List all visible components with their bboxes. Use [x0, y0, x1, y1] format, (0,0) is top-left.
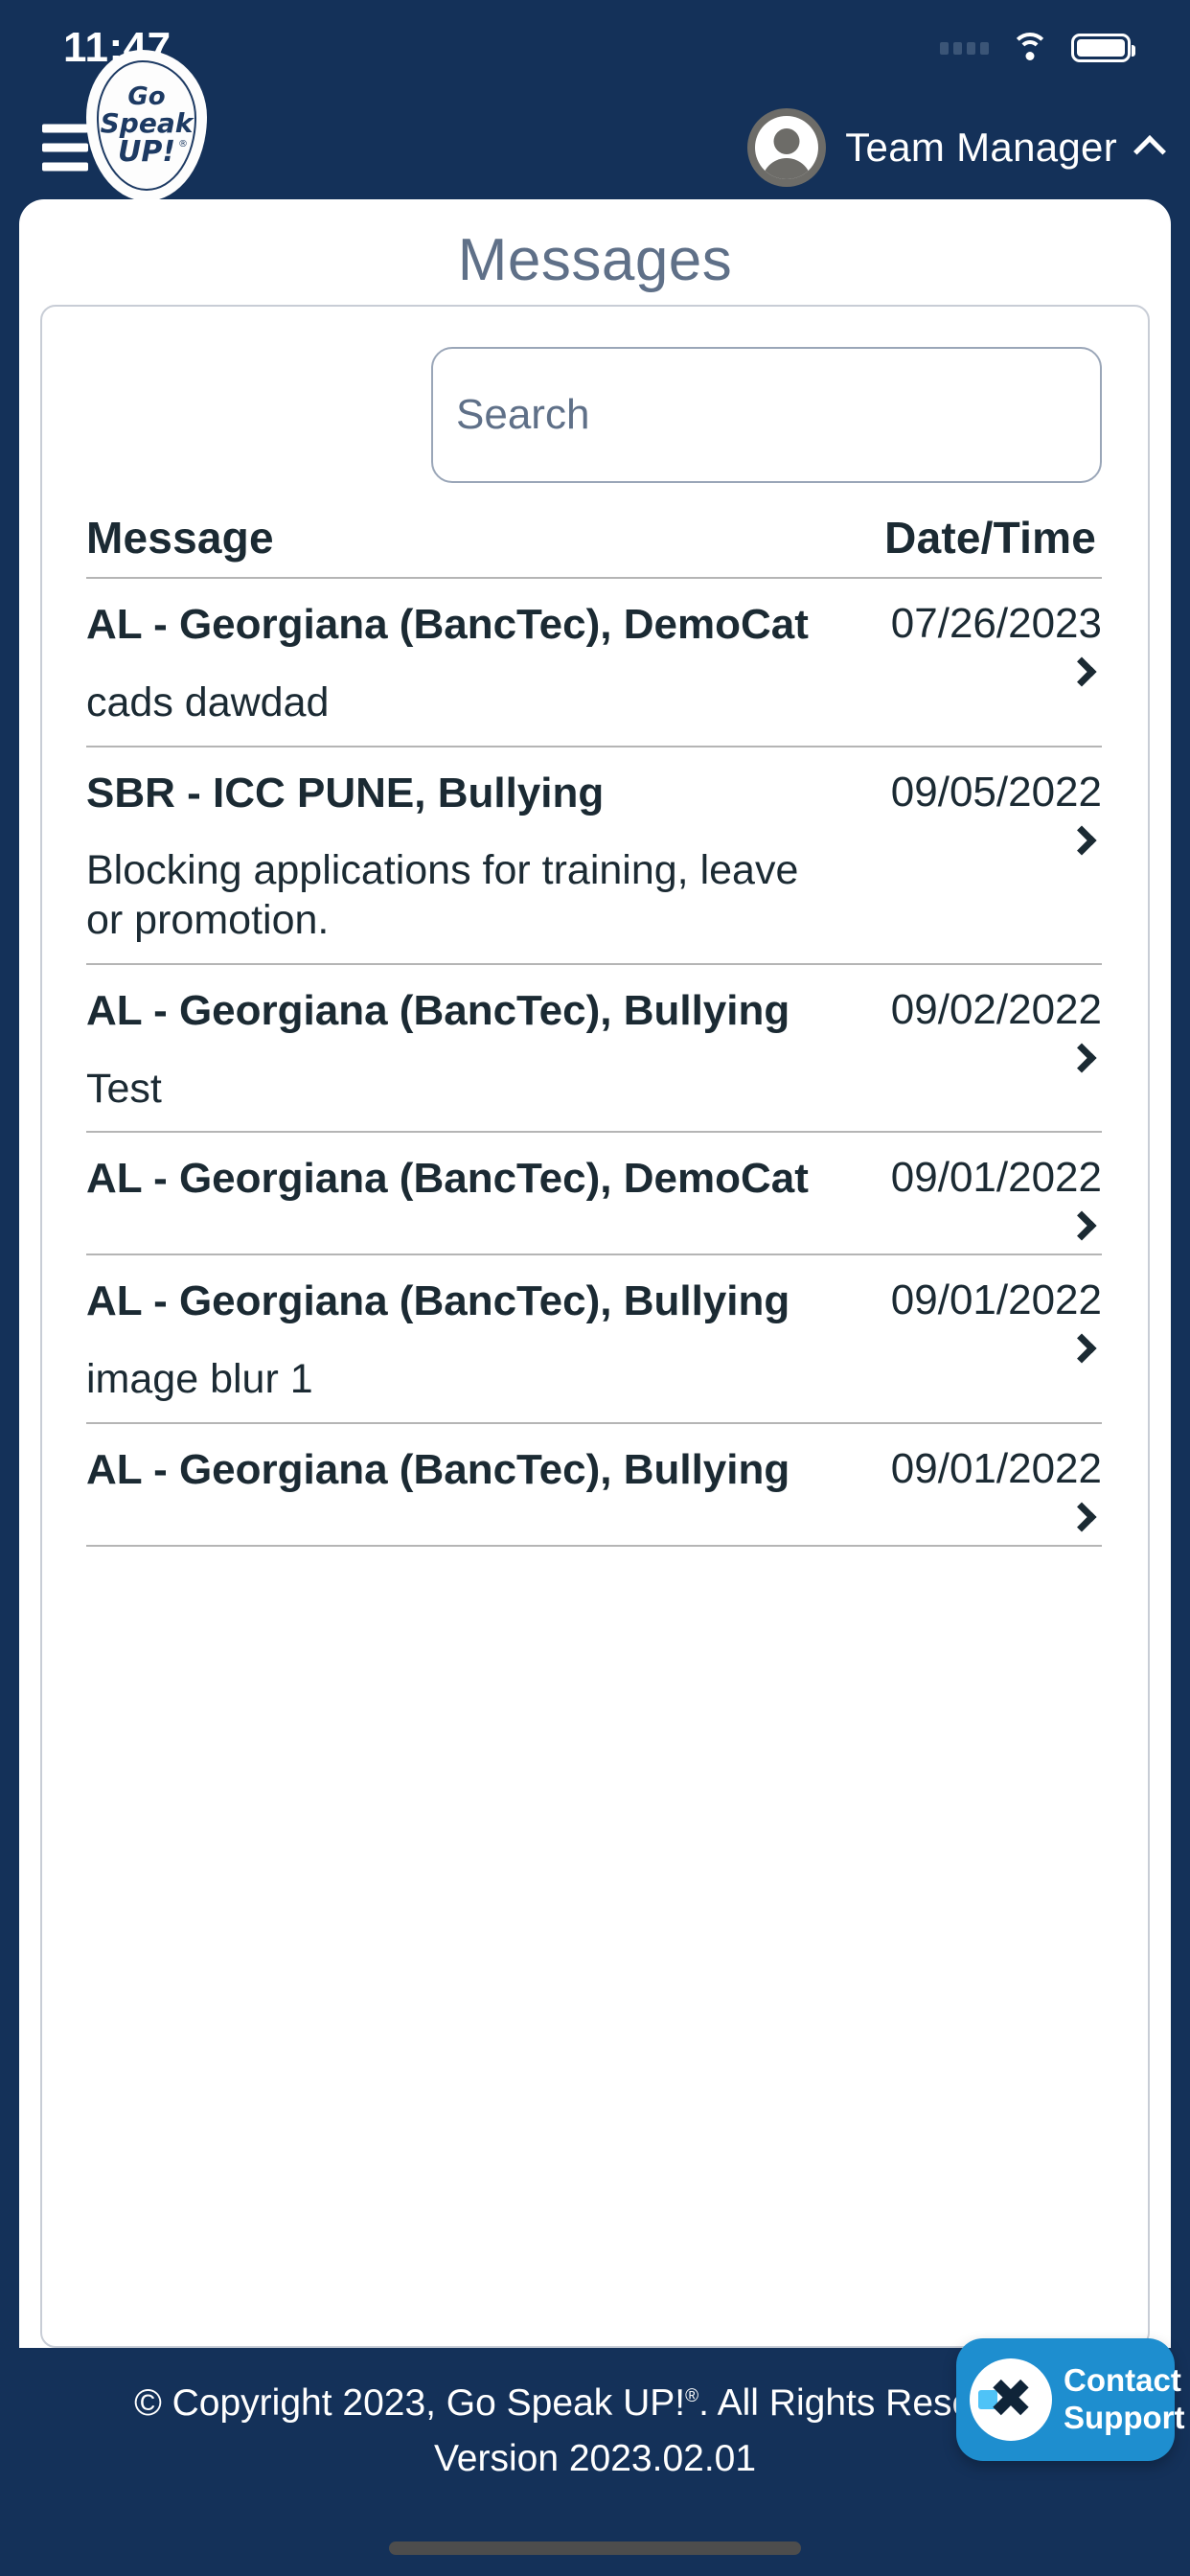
registered-trademark-icon: ®: [178, 139, 189, 150]
status-bar-indicators: [940, 33, 1135, 63]
chevron-right-icon[interactable]: [1066, 1210, 1097, 1241]
message-date: 09/05/2022: [890, 768, 1102, 816]
logo-line-2: Speak: [100, 107, 194, 139]
table-row[interactable]: SBR - ICC PUNE, Bullying Blocking applic…: [86, 748, 1102, 965]
message-title: AL - Georgiana (BancTec), DemoCat: [86, 1155, 809, 1203]
logo-line-1: Go: [127, 82, 166, 111]
column-header-message: Message: [86, 513, 274, 563]
app-header: Go Speak UP! ® Team Manager: [0, 54, 1190, 199]
profile-name-label: Team Manager: [845, 125, 1117, 170]
message-date: 09/01/2022: [890, 1444, 1102, 1492]
message-cell: AL - Georgiana (BancTec), Bullying: [86, 1445, 841, 1524]
contact-support-label: Contact Support: [1064, 2362, 1184, 2437]
copyright-prefix: © Copyright 2023, Go Speak UP!: [134, 2382, 686, 2424]
datetime-cell: 09/02/2022: [841, 985, 1102, 1073]
wifi-icon: [1010, 33, 1050, 63]
home-indicator: [389, 2542, 801, 2555]
table-row[interactable]: AL - Georgiana (BancTec), DemoCat cads d…: [86, 579, 1102, 748]
datetime-cell: 09/01/2022: [841, 1276, 1102, 1364]
chevron-right-icon[interactable]: [1066, 1502, 1097, 1532]
message-date: 09/02/2022: [890, 985, 1102, 1033]
message-cell: AL - Georgiana (BancTec), DemoCat cads d…: [86, 600, 841, 728]
hamburger-menu-icon[interactable]: [42, 124, 88, 172]
message-title: AL - Georgiana (BancTec), DemoCat: [86, 601, 809, 648]
logo-line-3: UP! ®: [117, 135, 189, 169]
chevron-right-icon[interactable]: [1066, 824, 1097, 856]
registered-trademark-icon: ®: [685, 2386, 699, 2406]
table-header-row: Message Date/Time: [86, 512, 1102, 579]
messages-table: Message Date/Time AL - Georgiana (BancTe…: [42, 512, 1148, 1547]
content-sheet: Messages Message Date/Time AL - Georgian…: [19, 199, 1171, 2348]
message-title: AL - Georgiana (BancTec), Bullying: [86, 1277, 790, 1325]
contact-support-line-1: Contact: [1064, 2362, 1181, 2399]
datetime-cell: 09/05/2022: [841, 768, 1102, 856]
datetime-cell: 07/26/2023: [841, 600, 1102, 687]
message-preview: Blocking applications for training, leav…: [86, 847, 799, 943]
message-date: 09/01/2022: [890, 1276, 1102, 1324]
message-cell: SBR - ICC PUNE, Bullying Blocking applic…: [86, 769, 841, 946]
app-root: 11:47 Go Speak UP! ® Team Manager Messag…: [0, 0, 1190, 2576]
table-row[interactable]: AL - Georgiana (BancTec), Bullying 09/01…: [86, 1424, 1102, 1547]
page-title: Messages: [457, 227, 733, 293]
datetime-cell: 09/01/2022: [841, 1154, 1102, 1241]
messages-panel: Message Date/Time AL - Georgiana (BancTe…: [40, 305, 1150, 2348]
go-speak-up-logo[interactable]: Go Speak UP! ®: [90, 54, 203, 197]
battery-full-icon: [1071, 34, 1135, 62]
table-row[interactable]: AL - Georgiana (BancTec), Bullying Test …: [86, 965, 1102, 1134]
message-title: AL - Georgiana (BancTec), Bullying: [86, 986, 790, 1034]
message-cell: AL - Georgiana (BancTec), DemoCat: [86, 1154, 841, 1232]
column-header-datetime: Date/Time: [884, 513, 1096, 563]
message-date: 09/01/2022: [890, 1154, 1102, 1202]
message-preview: cads dawdad: [86, 678, 330, 725]
chevron-right-icon[interactable]: [1066, 1043, 1097, 1073]
message-preview: image blur 1: [86, 1356, 313, 1402]
message-preview: Test: [86, 1065, 162, 1112]
contact-support-button[interactable]: ✖ Contact Support: [956, 2338, 1184, 2461]
chevron-right-icon[interactable]: [1066, 1333, 1097, 1364]
table-row[interactable]: AL - Georgiana (BancTec), Bullying image…: [86, 1255, 1102, 1424]
cellular-signal-icon: [940, 41, 989, 55]
chevron-right-icon[interactable]: [1066, 656, 1097, 687]
table-row[interactable]: AL - Georgiana (BancTec), DemoCat 09/01/…: [86, 1133, 1102, 1256]
user-avatar-icon: [747, 108, 827, 187]
datetime-cell: 09/01/2022: [841, 1444, 1102, 1532]
support-x-logo-icon: ✖: [970, 2358, 1052, 2441]
message-cell: AL - Georgiana (BancTec), Bullying image…: [86, 1276, 841, 1405]
chevron-up-icon: [1133, 135, 1166, 168]
profile-menu-button[interactable]: Team Manager: [747, 108, 1166, 187]
message-title: AL - Georgiana (BancTec), Bullying: [86, 1445, 790, 1493]
message-cell: AL - Georgiana (BancTec), Bullying Test: [86, 986, 841, 1115]
contact-support-line-2: Support: [1064, 2400, 1185, 2435]
message-title: SBR - ICC PUNE, Bullying: [86, 769, 605, 816]
search-container: [42, 307, 1148, 483]
message-date: 07/26/2023: [890, 600, 1102, 647]
search-input[interactable]: [431, 347, 1102, 483]
